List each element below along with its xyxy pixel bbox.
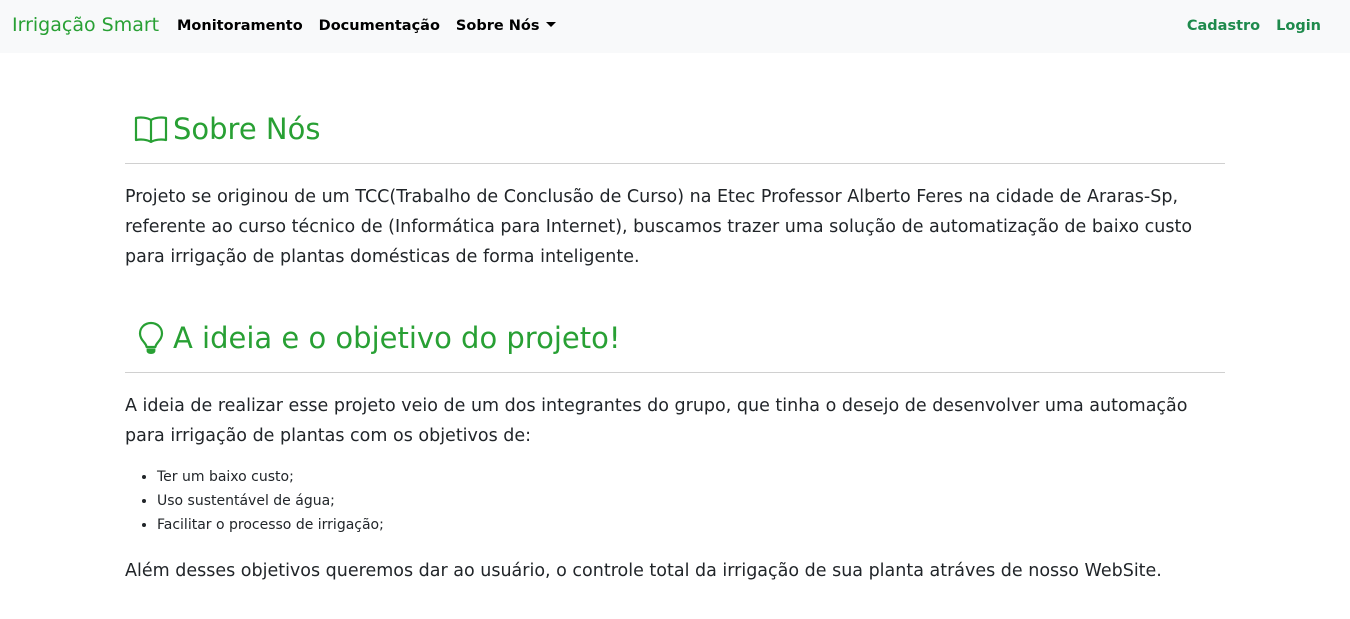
nav-sobre-nos-label: Sobre Nós	[455, 18, 540, 34]
lightbulb-icon	[131, 320, 171, 356]
nav-documentacao[interactable]: Documentação	[319, 16, 440, 36]
idea-closing: Além desses objetivos queremos dar ao us…	[125, 561, 1162, 581]
nav-login[interactable]: Login	[1276, 16, 1321, 36]
nav-monitoramento[interactable]: Monitoramento	[177, 16, 303, 36]
goals-list: Ter um baixo custo; Uso sustentável de á…	[125, 465, 384, 537]
book-icon	[131, 111, 171, 147]
list-item: Uso sustentável de água;	[157, 489, 384, 513]
nav-cadastro[interactable]: Cadastro	[1187, 16, 1260, 36]
about-title: Sobre Nós	[173, 112, 321, 146]
list-item: Facilitar o processo de irrigação;	[157, 513, 384, 537]
nav-sobre-nos-dropdown[interactable]: Sobre Nós	[456, 16, 557, 36]
brand-link[interactable]: Irrigação Smart	[12, 12, 159, 38]
caret-down-icon	[546, 22, 557, 27]
about-heading: Sobre Nós	[125, 111, 320, 147]
navbar: Irrigação Smart Monitoramento Documentaç…	[0, 0, 1350, 53]
about-text: Projeto se originou de um TCC(Trabalho d…	[125, 187, 1193, 267]
idea-title: A ideia e o objetivo do projeto!	[173, 321, 621, 355]
divider	[125, 372, 1225, 373]
nav-links: Monitoramento Documentação Sobre Nós	[177, 16, 572, 36]
nav-auth-links: Cadastro Login	[1171, 16, 1321, 36]
idea-heading: A ideia e o objetivo do projeto!	[125, 320, 620, 356]
divider	[125, 163, 1225, 164]
idea-intro: A ideia de realizar esse projeto veio de…	[125, 396, 1188, 446]
list-item: Ter um baixo custo;	[157, 465, 384, 489]
